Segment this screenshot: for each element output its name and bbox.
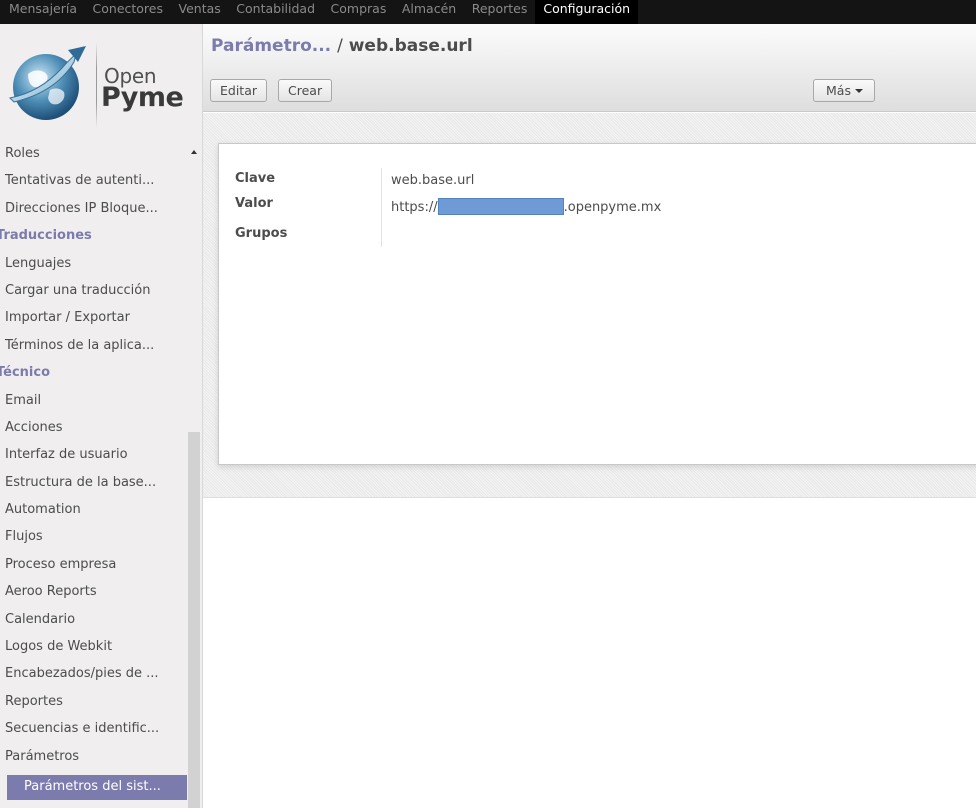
breadcrumb-parent-link[interactable]: Parámetro...: [211, 36, 331, 56]
sidebar-item-acciones[interactable]: Acciones: [0, 418, 188, 445]
collapse-caret-icon[interactable]: [191, 150, 197, 154]
globe-logo-icon: [8, 46, 86, 120]
groups-label: Grupos: [235, 226, 288, 241]
sidebar-item-cargar-traduccion[interactable]: Cargar una traducción: [0, 281, 188, 308]
sidebar-item-interfaz-usuario[interactable]: Interfaz de usuario: [0, 445, 188, 472]
sidebar-item-roles[interactable]: Roles: [0, 144, 188, 171]
form-background: Clave Valor Grupos web.base.url https://…: [203, 113, 976, 498]
menu-mensajeria[interactable]: Mensajería: [0, 0, 85, 24]
sidebar-item-importar-exportar[interactable]: Importar / Exportar: [0, 308, 188, 335]
sidebar-item-logos-webkit[interactable]: Logos de Webkit: [0, 637, 188, 664]
menu-reportes[interactable]: Reportes: [464, 0, 535, 24]
caret-down-icon: [854, 89, 863, 93]
key-label: Clave: [235, 171, 276, 186]
sidebar-item-email[interactable]: Email: [0, 391, 188, 418]
sidebar-section-traducciones: Traducciones: [0, 228, 92, 244]
more-dropdown-button[interactable]: Más: [813, 79, 875, 102]
sidebar-section-tecnico: Técnico: [0, 365, 51, 381]
sidebar-item-flujos[interactable]: Flujos: [0, 527, 188, 554]
create-button[interactable]: Crear: [278, 79, 333, 102]
view-header: Parámetro... / web.base.url Editar Crear…: [203, 24, 976, 112]
form-sheet: Clave Valor Grupos web.base.url https://…: [218, 143, 976, 465]
sidebar-item-tentativas[interactable]: Tentativas de autenti...: [0, 171, 188, 198]
menu-ventas[interactable]: Ventas: [171, 0, 229, 24]
sidebar-item-parametros[interactable]: Parámetros: [0, 747, 188, 774]
menu-conectores[interactable]: Conectores: [85, 0, 171, 24]
breadcrumb-separator: /: [337, 36, 343, 56]
logo-divider: [96, 42, 97, 128]
sidebar-item-terminos[interactable]: Términos de la aplica...: [0, 336, 188, 363]
key-value: web.base.url: [391, 173, 475, 188]
breadcrumb: Parámetro... / web.base.url: [211, 36, 473, 56]
sidebar-item-proceso-empresa[interactable]: Proceso empresa: [0, 555, 188, 582]
sidebar-item-lenguajes[interactable]: Lenguajes: [0, 254, 188, 281]
sidebar: Open Pyme Roles Tentativas de autenti...…: [0, 24, 203, 808]
value-label: Valor: [235, 196, 273, 211]
menu-configuracion[interactable]: Configuración: [535, 0, 639, 24]
sidebar-item-parametros-sistema[interactable]: Parámetros del sist...: [7, 774, 187, 800]
sidebar-item-direcciones-ip[interactable]: Direcciones IP Bloque...: [0, 199, 188, 226]
sidebar-item-secuencias[interactable]: Secuencias e identific...: [0, 719, 188, 746]
logo-text-pyme: Pyme: [101, 82, 184, 113]
more-label: Más: [826, 83, 851, 98]
sidebar-item-reportes[interactable]: Reportes: [0, 692, 188, 719]
field-separator: [381, 168, 382, 247]
sidebar-menu: Roles Tentativas de autenti... Direccion…: [0, 144, 188, 800]
top-menu-bar: Mensajería Conectores Ventas Contabilida…: [0, 0, 976, 24]
value-suffix: .openpyme.mx: [563, 200, 662, 215]
menu-compras[interactable]: Compras: [323, 0, 394, 24]
redacted-region: [437, 198, 564, 215]
openpyme-logo[interactable]: Open Pyme: [0, 24, 202, 134]
sidebar-item-encabezados[interactable]: Encabezados/pies de ...: [0, 664, 188, 691]
value-prefix: https://: [391, 200, 438, 215]
sidebar-item-aeroo-reports[interactable]: Aeroo Reports: [0, 582, 188, 609]
main-empty-area: [203, 498, 976, 808]
sidebar-scrollbar[interactable]: [188, 432, 200, 808]
menu-contabilidad[interactable]: Contabilidad: [229, 0, 323, 24]
edit-button[interactable]: Editar: [210, 79, 268, 102]
menu-almacen[interactable]: Almacén: [394, 0, 464, 24]
sidebar-item-automation[interactable]: Automation: [0, 500, 188, 527]
value-field: https:// .openpyme.mx: [391, 198, 661, 215]
sidebar-item-calendario[interactable]: Calendario: [0, 610, 188, 637]
sidebar-item-estructura-base[interactable]: Estructura de la base...: [0, 473, 188, 500]
breadcrumb-current: web.base.url: [348, 36, 473, 56]
